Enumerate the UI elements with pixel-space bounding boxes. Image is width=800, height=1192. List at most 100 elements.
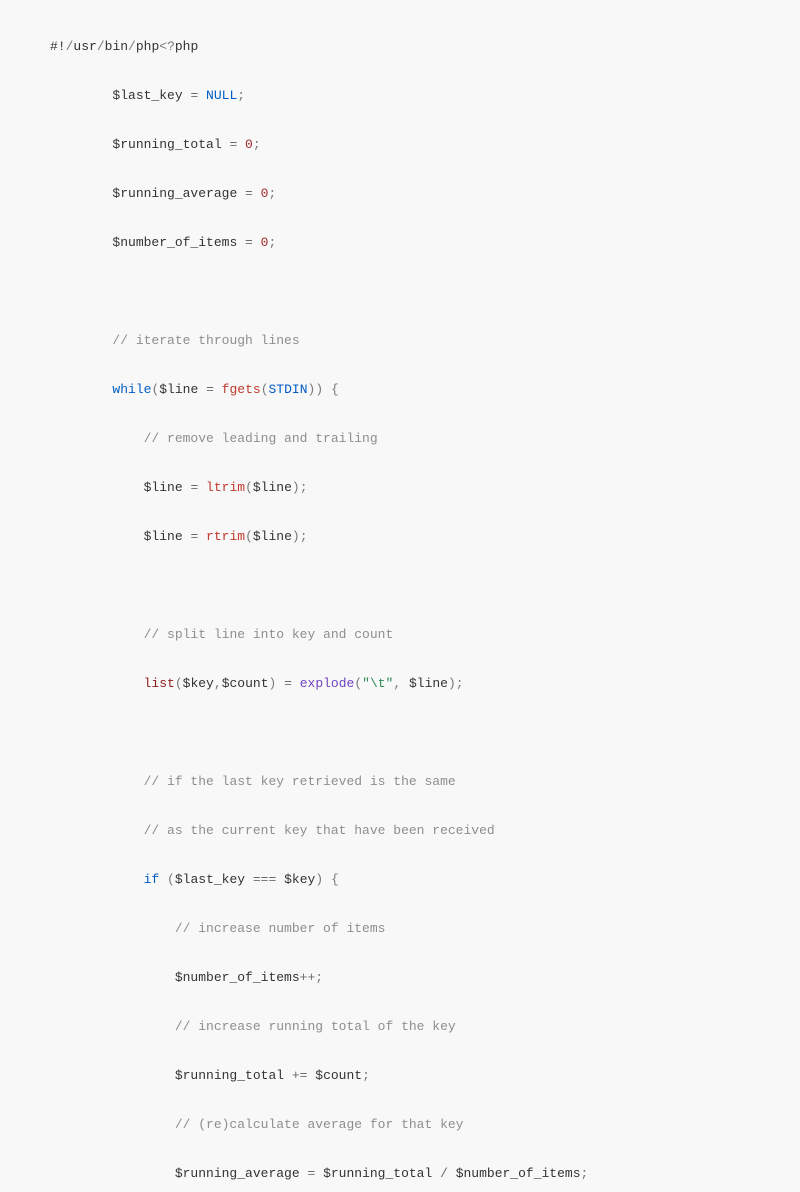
lparen: ( bbox=[167, 872, 175, 887]
semicolon: ; bbox=[456, 676, 464, 691]
path-part: bin bbox=[105, 39, 128, 54]
semicolon: ; bbox=[581, 1166, 589, 1181]
variable: $count bbox=[315, 1068, 362, 1083]
semicolon: ; bbox=[300, 480, 308, 495]
rparen: ) bbox=[292, 529, 300, 544]
code-line: $line = ltrim($line); bbox=[50, 476, 800, 501]
slash: / bbox=[97, 39, 105, 54]
indent bbox=[50, 1117, 175, 1132]
semicolon: ; bbox=[237, 88, 245, 103]
indent bbox=[50, 921, 175, 936]
lbrace: { bbox=[331, 872, 339, 887]
code-line: $number_of_items++; bbox=[50, 966, 800, 991]
operator: = bbox=[198, 382, 221, 397]
variable: $running_total bbox=[112, 137, 221, 152]
rparen: ) bbox=[269, 676, 277, 691]
operator: = bbox=[222, 137, 245, 152]
number: 0 bbox=[245, 137, 253, 152]
variable: $number_of_items bbox=[175, 970, 300, 985]
variable: $key bbox=[183, 676, 214, 691]
operator: === bbox=[245, 872, 284, 887]
operator: / bbox=[432, 1166, 455, 1181]
php-open-kw: php bbox=[175, 39, 198, 54]
indent bbox=[50, 186, 112, 201]
indent bbox=[50, 970, 175, 985]
indent bbox=[50, 1019, 175, 1034]
operator: = bbox=[183, 480, 206, 495]
indent bbox=[50, 627, 144, 642]
operator: = bbox=[300, 1166, 323, 1181]
code-line: $last_key = NULL; bbox=[50, 84, 800, 109]
semicolon: ; bbox=[268, 186, 276, 201]
variable: $key bbox=[284, 872, 315, 887]
function-ltrim: ltrim bbox=[206, 480, 245, 495]
indent bbox=[50, 676, 144, 691]
comment: // (re)calculate average for that key bbox=[175, 1117, 464, 1132]
code-line: $number_of_items = 0; bbox=[50, 231, 800, 256]
indent bbox=[50, 823, 144, 838]
variable: $line bbox=[144, 480, 183, 495]
php-open: <? bbox=[159, 39, 175, 54]
comment: // iterate through lines bbox=[112, 333, 299, 348]
indent bbox=[50, 88, 112, 103]
comment: // increase number of items bbox=[175, 921, 386, 936]
variable: $last_key bbox=[175, 872, 245, 887]
variable: $running_total bbox=[323, 1166, 432, 1181]
code-line: $running_average = $running_total / $num… bbox=[50, 1162, 800, 1187]
comma: , bbox=[393, 676, 409, 691]
code-line: $running_average = 0; bbox=[50, 182, 800, 207]
indent bbox=[50, 1166, 175, 1181]
rparen: ) bbox=[292, 480, 300, 495]
code-line: // remove leading and trailing bbox=[50, 427, 800, 452]
indent bbox=[50, 431, 144, 446]
variable: $count bbox=[222, 676, 269, 691]
indent bbox=[50, 529, 144, 544]
semicolon: ; bbox=[315, 970, 323, 985]
code-block: #!/usr/bin/php<?php $last_key = NULL; $r… bbox=[0, 0, 800, 1192]
semicolon: ; bbox=[300, 529, 308, 544]
code-line: $line = rtrim($line); bbox=[50, 525, 800, 550]
comment: // as the current key that have been rec… bbox=[144, 823, 495, 838]
shebang: #! bbox=[50, 39, 66, 54]
comment: // if the last key retrieved is the same bbox=[144, 774, 456, 789]
operator: = bbox=[183, 529, 206, 544]
variable: $running_total bbox=[175, 1068, 284, 1083]
rparen: ) bbox=[315, 382, 323, 397]
variable: $line bbox=[409, 676, 448, 691]
semicolon: ; bbox=[362, 1068, 370, 1083]
path-part: php bbox=[136, 39, 159, 54]
path-part: usr bbox=[73, 39, 96, 54]
lparen: ( bbox=[354, 676, 362, 691]
constant-stdin: STDIN bbox=[269, 382, 308, 397]
code-line: // iterate through lines bbox=[50, 329, 800, 354]
indent bbox=[50, 137, 112, 152]
comment: // increase running total of the key bbox=[175, 1019, 456, 1034]
code-line: // (re)calculate average for that key bbox=[50, 1113, 800, 1138]
semicolon: ; bbox=[253, 137, 261, 152]
operator: = bbox=[237, 235, 260, 250]
variable: $line bbox=[159, 382, 198, 397]
rparen: ) bbox=[315, 872, 323, 887]
function-rtrim: rtrim bbox=[206, 529, 245, 544]
lparen: ( bbox=[245, 480, 253, 495]
blank-line bbox=[50, 574, 800, 599]
indent bbox=[50, 382, 112, 397]
variable: $running_average bbox=[112, 186, 237, 201]
operator: += bbox=[284, 1068, 315, 1083]
function-fgets: fgets bbox=[222, 382, 261, 397]
function-explode: explode bbox=[300, 676, 355, 691]
code-line: while($line = fgets(STDIN)) { bbox=[50, 378, 800, 403]
semicolon: ; bbox=[268, 235, 276, 250]
indent bbox=[50, 333, 112, 348]
code-line: // increase running total of the key bbox=[50, 1015, 800, 1040]
variable: $number_of_items bbox=[112, 235, 237, 250]
keyword-null: NULL bbox=[206, 88, 237, 103]
keyword-list: list bbox=[144, 676, 175, 691]
code-line: if ($last_key === $key) { bbox=[50, 868, 800, 893]
variable: $last_key bbox=[112, 88, 182, 103]
code-line: // split line into key and count bbox=[50, 623, 800, 648]
lparen: ( bbox=[245, 529, 253, 544]
lparen: ( bbox=[175, 676, 183, 691]
string-literal: "\t" bbox=[362, 676, 393, 691]
variable: $line bbox=[253, 480, 292, 495]
